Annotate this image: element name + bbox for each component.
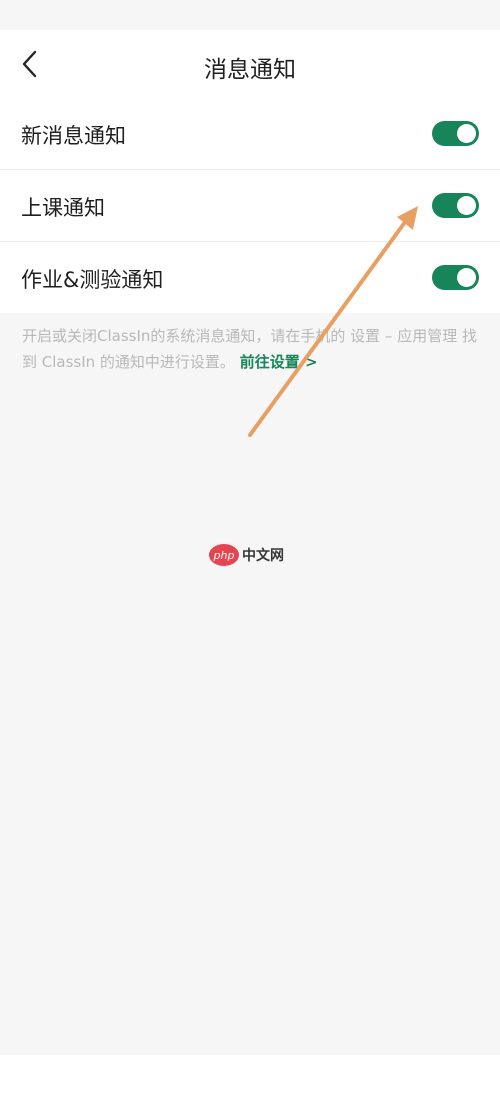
- watermark-text: 中文网: [242, 548, 284, 564]
- notification-settings-list: 新消息通知 上课通知 作业&测验通知: [0, 98, 500, 313]
- notification-settings-screen: 消息通知 新消息通知 上课通知 作业&测验通知 开启或关闭ClassIn的系统消…: [0, 0, 500, 1055]
- homework-quiz-toggle[interactable]: [432, 265, 479, 290]
- page-title: 消息通知: [204, 57, 296, 83]
- setting-label: 上课通知: [21, 196, 105, 220]
- watermark: php 中文网: [209, 544, 284, 566]
- setting-row-new-message: 新消息通知: [0, 98, 500, 170]
- toggle-knob: [457, 196, 476, 215]
- settings-hint: 开启或关闭ClassIn的系统消息通知，请在手机的 设置 – 应用管理 找到 C…: [22, 323, 478, 375]
- php-logo-icon: php: [209, 544, 239, 566]
- setting-row-class: 上课通知: [0, 170, 500, 242]
- toggle-knob: [457, 268, 476, 287]
- setting-row-homework-quiz: 作业&测验通知: [0, 242, 500, 313]
- go-to-settings-link[interactable]: 前往设置 >: [240, 353, 318, 371]
- new-message-toggle[interactable]: [432, 121, 479, 146]
- setting-label: 新消息通知: [21, 124, 126, 148]
- class-notification-toggle[interactable]: [432, 193, 479, 218]
- top-bar: 消息通知: [0, 30, 500, 99]
- setting-label: 作业&测验通知: [21, 268, 164, 292]
- toggle-knob: [457, 124, 476, 143]
